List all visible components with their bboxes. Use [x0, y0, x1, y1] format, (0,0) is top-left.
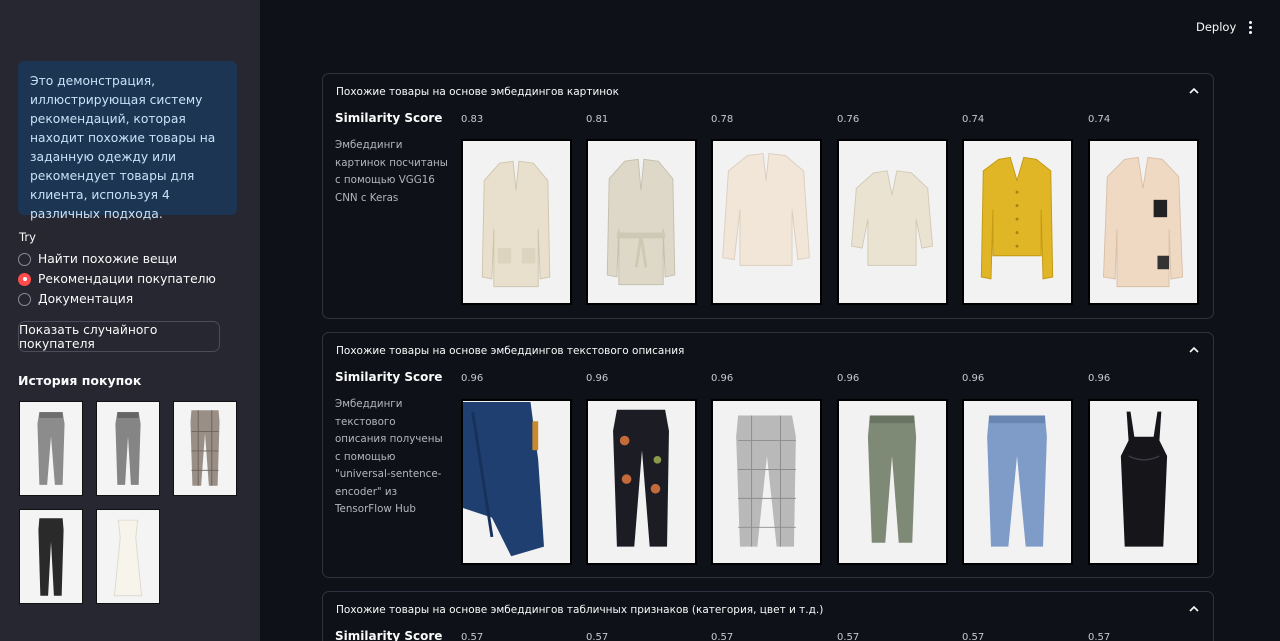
score-value: 0.57: [1088, 632, 1111, 641]
radio-option-label: Найти похожие вещи: [38, 252, 178, 266]
score-value: 0.57: [461, 632, 484, 641]
radio-circle-icon[interactable]: [18, 292, 31, 306]
radio-selected-icon[interactable]: [18, 272, 31, 286]
history-item-white-top: [96, 509, 160, 604]
score-value: 0.96: [711, 373, 734, 384]
radio-option-find-similar[interactable]: Найти похожие вещи: [18, 252, 177, 266]
product-image-trousers-1: [461, 399, 572, 565]
black-trousers-icon: [38, 518, 64, 596]
history-item-plaid-trousers: [173, 401, 237, 496]
chevron-up-icon[interactable]: [1189, 605, 1199, 612]
score-value: 0.81: [586, 114, 609, 125]
radio-option-label: Рекомендации покупателю: [38, 272, 216, 286]
product-image-cardigan-1: [461, 139, 572, 305]
product-image-dress: [1088, 399, 1199, 565]
score-value: 0.96: [461, 373, 484, 384]
product-image-trousers-4: [837, 399, 948, 565]
score-value: 0.76: [837, 114, 860, 125]
product-image-trousers-5: [962, 399, 1073, 565]
expander-text-embeddings: Похожие товары на основе эмбеддингов тек…: [322, 332, 1214, 578]
product-image-cardigan-3: [711, 139, 822, 305]
score-value: 0.83: [461, 114, 484, 125]
embroidered-jeans-icon: [613, 409, 669, 547]
product-image-trousers-3: [711, 399, 822, 565]
similarity-score-label: Similarity Score: [335, 111, 443, 125]
peach-cardigan-icon: [1102, 156, 1184, 288]
light-blue-trousers-icon: [987, 415, 1047, 547]
product-image-trousers-2: [586, 399, 697, 565]
score-value: 0.96: [837, 373, 860, 384]
product-image-cardigan-5: [962, 139, 1073, 305]
method-description: Эмбеддинги картинок посчитаны с помощью …: [335, 139, 448, 204]
knit-cardigan-icon: [722, 153, 810, 266]
grey-trousers-icon: [37, 412, 65, 485]
sidebar: Это демонстрация, иллюстрирующая систему…: [0, 0, 260, 641]
short-cardigan-icon: [851, 170, 934, 266]
app-root: Это демонстрация, иллюстрирующая систему…: [0, 0, 1280, 641]
radio-option-customer-recs[interactable]: Рекомендации покупателю: [18, 272, 216, 286]
score-value: 0.96: [586, 373, 609, 384]
history-item-black-trousers: [19, 509, 83, 604]
radio-option-label: Документация: [38, 292, 134, 306]
black-dress-icon: [1120, 411, 1168, 547]
expander-image-embeddings: Похожие товары на основе эмбеддингов кар…: [322, 73, 1214, 319]
info-alert: Это демонстрация, иллюстрирующая систему…: [18, 61, 237, 221]
product-image-cardigan-6: [1088, 139, 1199, 305]
history-item-grey-trousers: [19, 401, 83, 496]
similarity-score-label: Similarity Score: [335, 629, 443, 641]
cream-cardigan-icon: [481, 160, 551, 288]
similarity-score-label: Similarity Score: [335, 370, 443, 384]
score-value: 0.57: [962, 632, 985, 641]
score-value: 0.57: [837, 632, 860, 641]
radio-option-documentation[interactable]: Документация: [18, 292, 133, 306]
deploy-button[interactable]: Deploy: [1190, 18, 1242, 36]
score-value: 0.96: [962, 373, 985, 384]
kebab-menu-icon[interactable]: [1243, 18, 1257, 36]
score-value: 0.57: [586, 632, 609, 641]
radio-circle-icon[interactable]: [18, 252, 31, 266]
khaki-trousers-icon: [867, 415, 917, 543]
expander-title[interactable]: Похожие товары на основе эмбеддингов таб…: [336, 604, 823, 616]
chevron-up-icon[interactable]: [1189, 346, 1199, 353]
blue-trousers-icon: [463, 401, 544, 557]
score-value: 0.74: [962, 114, 985, 125]
product-image-cardigan-4: [837, 139, 948, 305]
white-top-icon: [113, 519, 143, 597]
score-value: 0.96: [1088, 373, 1111, 384]
score-value: 0.78: [711, 114, 734, 125]
score-value: 0.57: [711, 632, 734, 641]
grey-trousers-icon: [115, 412, 141, 485]
history-item-grey-trousers-2: [96, 401, 160, 496]
belted-cardigan-icon: [606, 158, 676, 286]
expander-title[interactable]: Похожие товары на основе эмбеддингов тек…: [336, 345, 684, 357]
radio-group-label: Try: [19, 230, 36, 244]
plaid-trousers-icon: [736, 415, 796, 547]
score-value: 0.74: [1088, 114, 1111, 125]
plaid-trousers-icon: [190, 410, 220, 486]
method-description: Эмбеддинги текстового описания получены …: [335, 398, 443, 515]
purchase-history-title: История покупок: [18, 373, 142, 388]
yellow-cardigan-icon: [980, 156, 1054, 280]
expander-title[interactable]: Похожие товары на основе эмбеддингов кар…: [336, 86, 619, 98]
product-image-cardigan-2: [586, 139, 697, 305]
chevron-up-icon[interactable]: [1189, 87, 1199, 94]
expander-tabular-embeddings: Похожие товары на основе эмбеддингов таб…: [322, 591, 1214, 641]
show-random-customer-button[interactable]: Показать случайного покупателя: [18, 321, 220, 352]
